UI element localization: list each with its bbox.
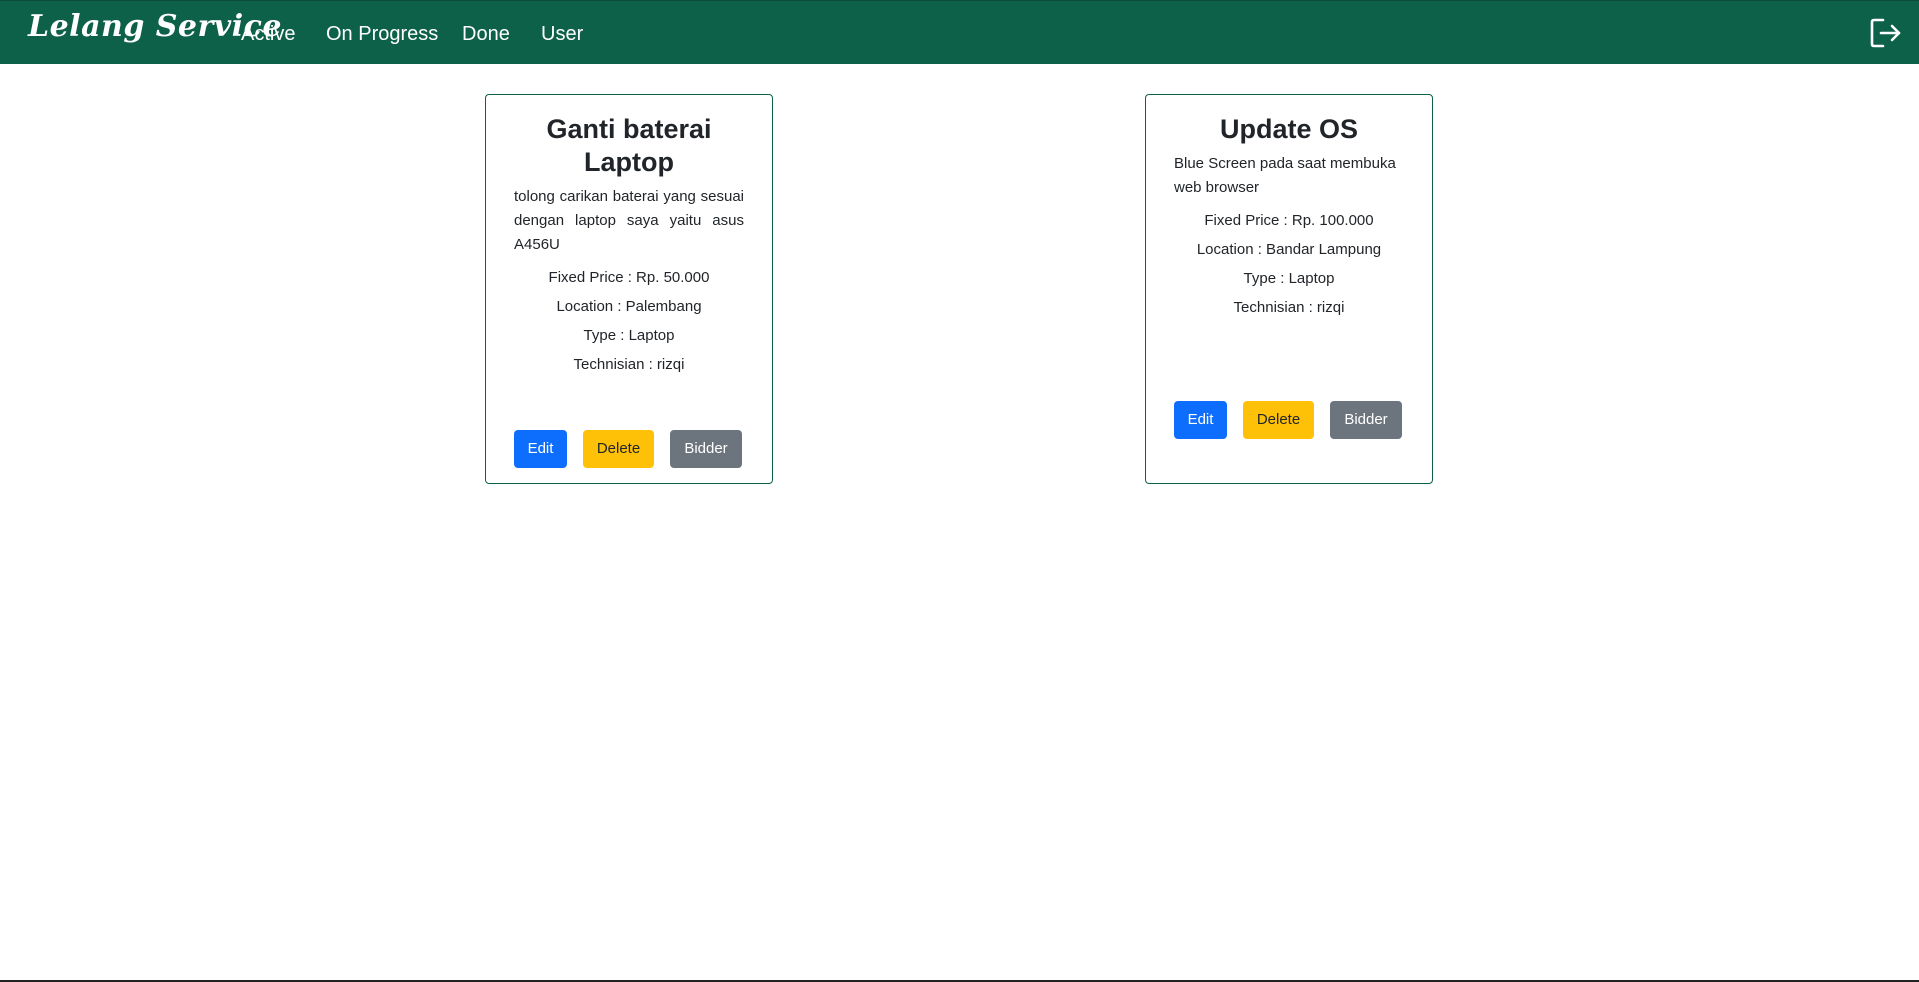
delete-button[interactable]: Delete xyxy=(583,430,654,468)
service-card: Ganti baterai Laptop tolong carikan bate… xyxy=(485,94,773,484)
card-price: Fixed Price : Rp. 50.000 xyxy=(548,269,710,286)
nav-item-user[interactable]: User xyxy=(541,23,583,46)
card-location: Location : Palembang xyxy=(556,298,702,315)
top-navbar: Lelang Service Active On Progress Done U… xyxy=(0,0,1919,64)
card-technician: Technisian : rizqi xyxy=(1233,299,1345,316)
card-actions: Edit Delete Bidder xyxy=(514,430,744,468)
card-title: Ganti baterai Laptop xyxy=(546,114,712,177)
nav-item-done[interactable]: Done xyxy=(462,23,510,46)
card-type: Type : Laptop xyxy=(583,327,675,344)
card-description: tolong carikan baterai yang sesuai denga… xyxy=(514,188,744,253)
edit-button[interactable]: Edit xyxy=(514,430,567,468)
card-description: Blue Screen pada saat membuka web browse… xyxy=(1174,155,1396,196)
card-type: Type : Laptop xyxy=(1243,270,1335,287)
card-location: Location : Bandar Lampung xyxy=(1196,241,1382,258)
delete-button[interactable]: Delete xyxy=(1243,401,1314,439)
nav-item-on-progress[interactable]: On Progress xyxy=(326,23,438,46)
edit-button[interactable]: Edit xyxy=(1174,401,1227,439)
card-actions: Edit Delete Bidder xyxy=(1174,401,1404,439)
card-price: Fixed Price : Rp. 100.000 xyxy=(1204,212,1374,229)
bidder-button[interactable]: Bidder xyxy=(670,430,742,468)
logout-icon[interactable] xyxy=(1869,17,1903,49)
card-technician: Technisian : rizqi xyxy=(573,356,685,373)
nav-item-active[interactable]: Active xyxy=(241,23,295,46)
service-card: Update OS Blue Screen pada saat membuka … xyxy=(1145,94,1433,484)
card-title: Update OS xyxy=(1219,114,1359,144)
bidder-button[interactable]: Bidder xyxy=(1330,401,1402,439)
